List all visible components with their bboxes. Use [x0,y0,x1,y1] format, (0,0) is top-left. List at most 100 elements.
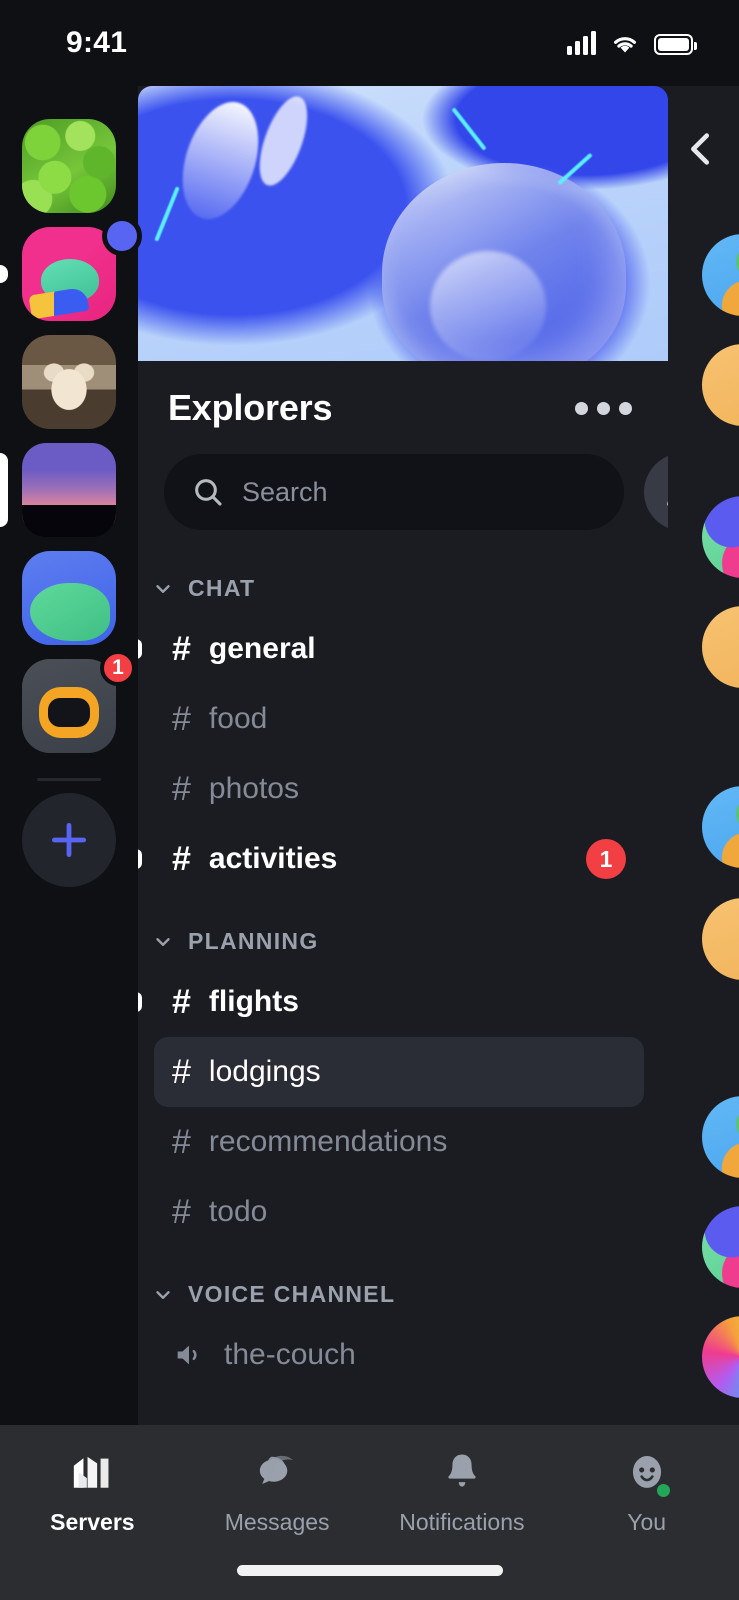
channel-label: flights [208,985,299,1018]
server-item-selected[interactable] [0,436,138,544]
channel-label: food [208,702,268,735]
notifications-icon [438,1447,486,1499]
hash-icon: # [172,1193,191,1231]
channel-general[interactable]: # general [138,614,644,684]
nav-item-messages[interactable]: Messages [185,1447,370,1536]
search-input[interactable] [242,476,596,508]
channel-todo[interactable]: # todo [154,1177,644,1247]
channel-label: photos [208,772,299,805]
member-avatar[interactable] [702,1096,739,1178]
server-icon-leaves[interactable] [22,119,116,213]
server-icon-sunset[interactable] [22,443,116,537]
status-time: 9:41 [66,26,128,59]
member-avatar[interactable] [702,898,739,980]
server-item[interactable] [0,544,138,652]
hash-icon: # [172,1053,191,1091]
nav-label: Servers [50,1509,135,1535]
servers-icon [68,1447,116,1499]
chevron-down-icon [156,1290,170,1299]
category-label: VOICE CHANNEL [188,1281,396,1307]
online-status-dot [653,1481,673,1500]
channel-list[interactable]: CHAT # general # food # photos # activit… [138,541,668,1390]
add-server-button[interactable] [22,793,116,887]
member-avatar[interactable] [702,1316,739,1398]
hash-icon: # [172,983,191,1021]
search-row [138,435,668,541]
channel-label: todo [208,1195,268,1228]
member-avatar[interactable] [702,234,739,316]
member-avatar[interactable] [702,496,739,578]
nav-item-you[interactable]: You [554,1447,739,1536]
chevron-down-icon [156,584,170,593]
channel-label: the-couch [224,1338,356,1371]
nav-item-notifications[interactable]: Notifications [370,1447,555,1536]
rail-divider [37,778,101,781]
category-label: CHAT [188,575,256,601]
server-item[interactable]: 1 [0,650,138,760]
channel-label: activities [208,842,338,875]
status-bar: 9:41 [0,0,739,86]
server-icon-cat[interactable] [22,335,116,429]
server-item[interactable] [0,112,138,220]
nav-label: Notifications [399,1509,525,1535]
home-indicator [236,1565,503,1576]
speaker-icon [177,1345,197,1365]
server-icon-blob[interactable] [22,551,116,645]
hash-icon: # [172,1123,191,1161]
search-bar[interactable] [164,454,624,530]
channel-recommendations[interactable]: # recommendations [154,1107,644,1177]
member-avatar[interactable] [702,786,739,868]
category-chat[interactable]: CHAT [138,557,668,614]
chevron-down-icon [156,937,170,946]
cellular-signal-icon [567,31,596,55]
server-selected-pip [0,453,8,527]
nav-label: Messages [224,1509,330,1535]
member-avatar[interactable] [702,606,739,688]
category-label: PLANNING [188,928,319,954]
channel-photos[interactable]: # photos [154,754,644,824]
profile-avatar-icon [623,1447,673,1500]
member-avatar[interactable] [702,344,739,426]
channel-the-couch[interactable]: the-couch [154,1320,644,1390]
plus-icon [51,822,87,858]
server-status-dot [102,216,142,256]
channel-unread-pip [138,849,142,869]
nav-item-servers[interactable]: Servers [0,1447,185,1536]
add-member-button[interactable] [644,453,668,531]
battery-icon [654,34,697,55]
channel-activities[interactable]: # activities 1 [138,824,644,894]
server-unread-pip [0,265,8,283]
channel-label: lodgings [208,1055,321,1088]
server-banner-image [138,86,668,361]
server-name: Explorers [168,387,333,428]
nav-label: You [627,1509,667,1535]
messages-icon [253,1447,301,1499]
category-planning[interactable]: PLANNING [138,894,668,967]
channel-flights[interactable]: # flights [138,967,644,1037]
server-item[interactable] [0,216,142,328]
category-voice-channel[interactable]: VOICE CHANNEL [138,1247,668,1320]
channel-label: general [208,632,316,665]
add-member-icon [667,501,668,506]
member-list-panel[interactable] [668,86,739,1425]
channel-lodgings[interactable]: # lodgings [154,1037,644,1107]
channel-unread-badge: 1 [586,839,626,879]
hash-icon: # [172,700,191,738]
discord-mobile-screen: 9:41 1 Explorers Search CHAT # general #… [0,0,739,1600]
server-rail[interactable]: 1 [0,86,142,1425]
search-icon [195,479,222,506]
channel-unread-pip [138,992,142,1012]
server-item[interactable] [0,328,138,436]
more-options-icon[interactable] [569,392,638,425]
server-header: Explorers [138,361,668,435]
wifi-icon [614,37,636,53]
channel-food[interactable]: # food [154,684,644,754]
channel-label: recommendations [208,1125,448,1158]
channel-panel: Explorers Search CHAT # general # food #… [138,86,668,1425]
hash-icon: # [172,840,191,878]
chevron-left-icon[interactable] [678,126,724,172]
member-avatar[interactable] [702,1206,739,1288]
channel-unread-pip [138,639,142,659]
hash-icon: # [172,630,191,668]
server-unread-badge: 1 [100,650,136,686]
